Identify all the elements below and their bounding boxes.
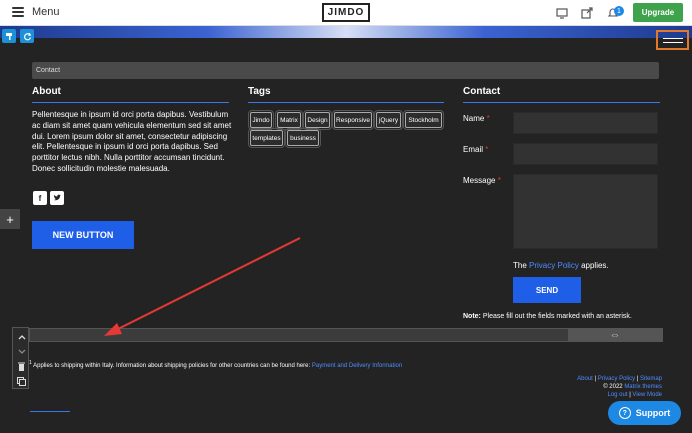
footer-about-link[interactable]: About: [577, 376, 593, 382]
support-button[interactable]: ? Support: [608, 401, 681, 425]
footer-copyright: © 2022 Matrix themes: [603, 384, 662, 390]
help-icon: ?: [618, 407, 631, 419]
theme-link[interactable]: Matrix themes: [624, 384, 662, 390]
view-mode-link[interactable]: View Mode: [632, 392, 662, 398]
payment-delivery-link[interactable]: Payment and Delivery Information: [312, 363, 402, 369]
footer-logo: [30, 411, 70, 419]
footer-account-links: Log out | View Mode: [607, 392, 662, 398]
footer-links: About | Privacy Policy | Sitemap: [577, 376, 662, 382]
footer-privacy-link[interactable]: Privacy Policy: [598, 376, 635, 382]
footer-sitemap-link[interactable]: Sitemap: [640, 376, 662, 382]
shipping-note: 1 Applies to shipping within Italy. Info…: [29, 360, 403, 369]
logout-link[interactable]: Log out: [607, 392, 627, 398]
